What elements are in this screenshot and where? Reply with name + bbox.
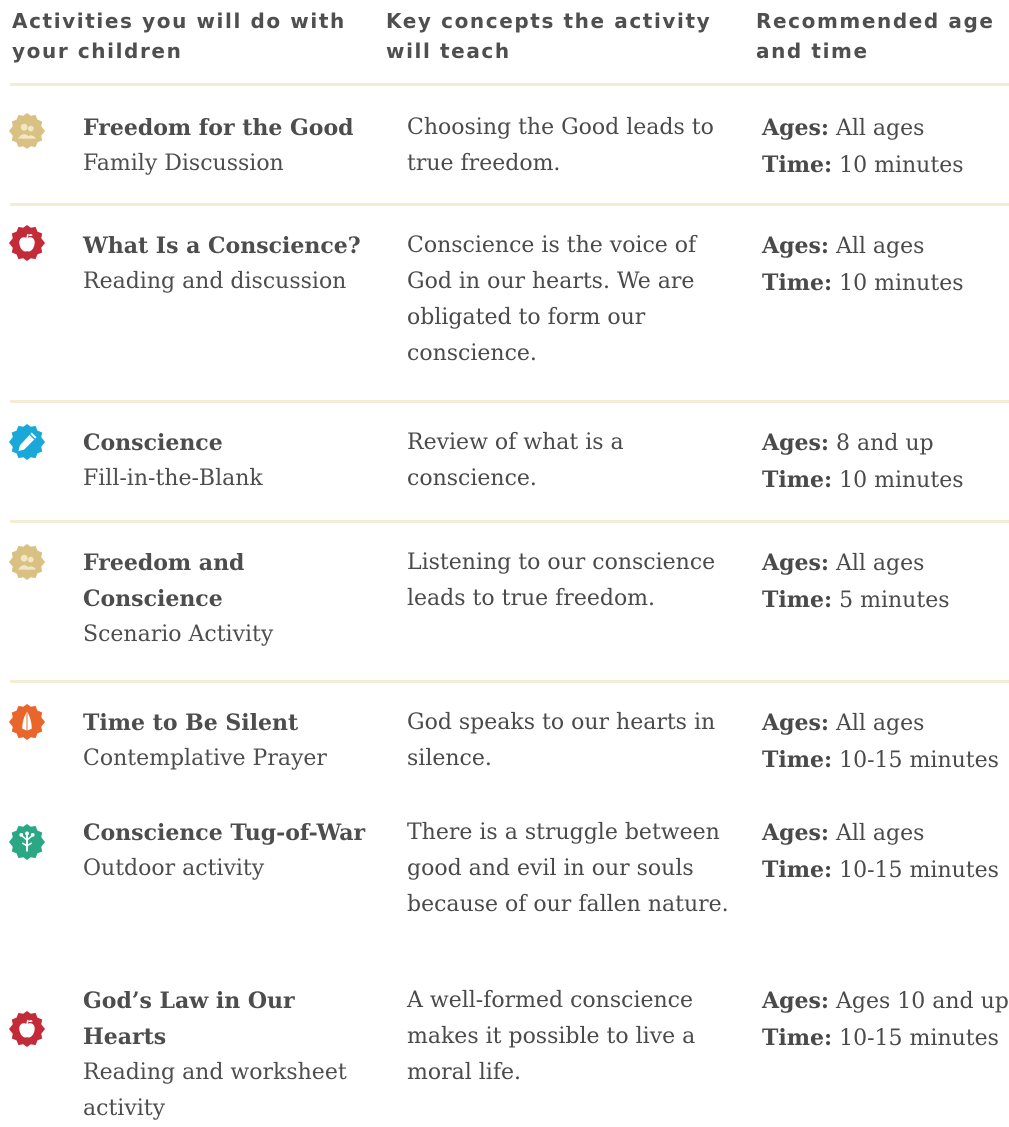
time-label: Time:	[762, 857, 833, 883]
ages-label: Ages:	[762, 550, 829, 576]
ages-value: 8 and up	[835, 431, 934, 456]
ages-value: All ages	[835, 551, 925, 576]
activity-title: Freedom for the Good Family Discussion	[83, 110, 383, 182]
ages-label: Ages:	[762, 710, 829, 736]
activity-title: God’s Law in Our Hearts Reading and work…	[83, 983, 383, 1127]
activity-title: Conscience Tug-of-War Outdoor activity	[83, 815, 383, 887]
ages-value: All ages	[835, 711, 925, 736]
time-value: 10 minutes	[839, 153, 964, 178]
key-concept: God speaks to our hearts in silence.	[407, 710, 716, 771]
header-divider	[10, 83, 1009, 86]
time-value: 5 minutes	[839, 588, 950, 613]
ages-label: Ages:	[762, 988, 829, 1014]
time-label: Time:	[762, 587, 833, 613]
tree-icon	[8, 823, 46, 861]
activity-type: Reading and discussion	[83, 269, 347, 294]
header-activities: Activities you will do with your childre…	[12, 9, 346, 63]
key-concept: Review of what is a conscience.	[407, 430, 624, 491]
ages-value: All ages	[835, 821, 925, 846]
table-row: Freedom and Conscience Scenario Activity…	[0, 523, 1009, 680]
activity-type: Scenario Activity	[83, 622, 274, 647]
time-label: Time:	[762, 152, 833, 178]
key-concept: Listening to our conscience leads to tru…	[407, 550, 716, 611]
age-time: Ages: All ages Time: 10 minutes	[762, 110, 1008, 184]
family-icon	[8, 543, 46, 581]
age-time: Ages: Ages 10 and up Time: 10-15 minutes	[762, 983, 1009, 1057]
activity-type: Contemplative Prayer	[83, 746, 327, 771]
time-label: Time:	[762, 747, 833, 773]
table-row: Time to Be Silent Contemplative Prayer G…	[0, 683, 1009, 793]
key-concept: There is a struggle between good and evi…	[407, 820, 729, 917]
age-time: Ages: All ages Time: 10 minutes	[762, 228, 1008, 302]
activity-name: Time to Be Silent	[83, 710, 299, 736]
activity-title: Time to Be Silent Contemplative Prayer	[83, 705, 383, 777]
table-row: Freedom for the Good Family Discussion C…	[0, 100, 1009, 204]
apple-icon	[8, 224, 46, 262]
praying-hands-icon	[8, 703, 46, 741]
key-concept: A well-formed conscience makes it possib…	[407, 988, 696, 1085]
activity-name: Conscience	[83, 430, 223, 456]
time-value: 10-15 minutes	[839, 1026, 999, 1051]
pencil-icon	[8, 423, 46, 461]
apple-icon	[8, 1010, 46, 1048]
table-row: God’s Law in Our Hearts Reading and work…	[0, 973, 1009, 1121]
table-row: Conscience Tug-of-War Outdoor activity T…	[0, 793, 1009, 973]
ages-label: Ages:	[762, 233, 829, 259]
key-concept: Conscience is the voice of God in our he…	[407, 233, 697, 366]
ages-value: All ages	[835, 116, 925, 141]
time-value: 10 minutes	[839, 468, 964, 493]
ages-label: Ages:	[762, 115, 829, 141]
age-time: Ages: All ages Time: 10-15 minutes	[762, 705, 1008, 779]
ages-value: Ages 10 and up	[835, 989, 1009, 1014]
age-time: Ages: All ages Time: 10-15 minutes	[762, 815, 1008, 889]
activity-name: Freedom for the Good	[83, 115, 354, 141]
table-row: Conscience Fill-in-the-Blank Review of w…	[0, 403, 1009, 520]
time-label: Time:	[762, 270, 833, 296]
table-header: Activities you will do with your childre…	[0, 0, 1009, 84]
time-value: 10-15 minutes	[839, 748, 999, 773]
activity-title: What Is a Conscience? Reading and discus…	[83, 228, 383, 300]
activity-name: Conscience Tug-of-War	[83, 820, 366, 846]
activity-name: Freedom and Conscience	[83, 550, 245, 612]
time-label: Time:	[762, 467, 833, 493]
activity-title: Conscience Fill-in-the-Blank	[83, 425, 383, 497]
header-key-concepts: Key concepts the activity will teach	[386, 9, 712, 63]
age-time: Ages: 8 and up Time: 10 minutes	[762, 425, 1008, 499]
activity-type: Fill-in-the-Blank	[83, 466, 263, 491]
time-label: Time:	[762, 1025, 833, 1051]
table-row: What Is a Conscience? Reading and discus…	[0, 206, 1009, 400]
time-value: 10 minutes	[839, 271, 964, 296]
ages-label: Ages:	[762, 820, 829, 846]
time-value: 10-15 minutes	[839, 858, 999, 883]
age-time: Ages: All ages Time: 5 minutes	[762, 545, 1008, 619]
header-age-time: Recommended age and time	[756, 9, 995, 63]
activity-name: What Is a Conscience?	[83, 233, 361, 259]
key-concept: Choosing the Good leads to true freedom.	[407, 115, 714, 176]
activity-title: Freedom and Conscience Scenario Activity	[83, 545, 283, 653]
activity-name: God’s Law in Our Hearts	[83, 988, 295, 1050]
ages-label: Ages:	[762, 430, 829, 456]
family-icon	[8, 112, 46, 150]
activity-type: Outdoor activity	[83, 856, 265, 881]
activity-type: Reading and worksheet activity	[83, 1060, 347, 1121]
activity-type: Family Discussion	[83, 151, 284, 176]
ages-value: All ages	[835, 234, 925, 259]
